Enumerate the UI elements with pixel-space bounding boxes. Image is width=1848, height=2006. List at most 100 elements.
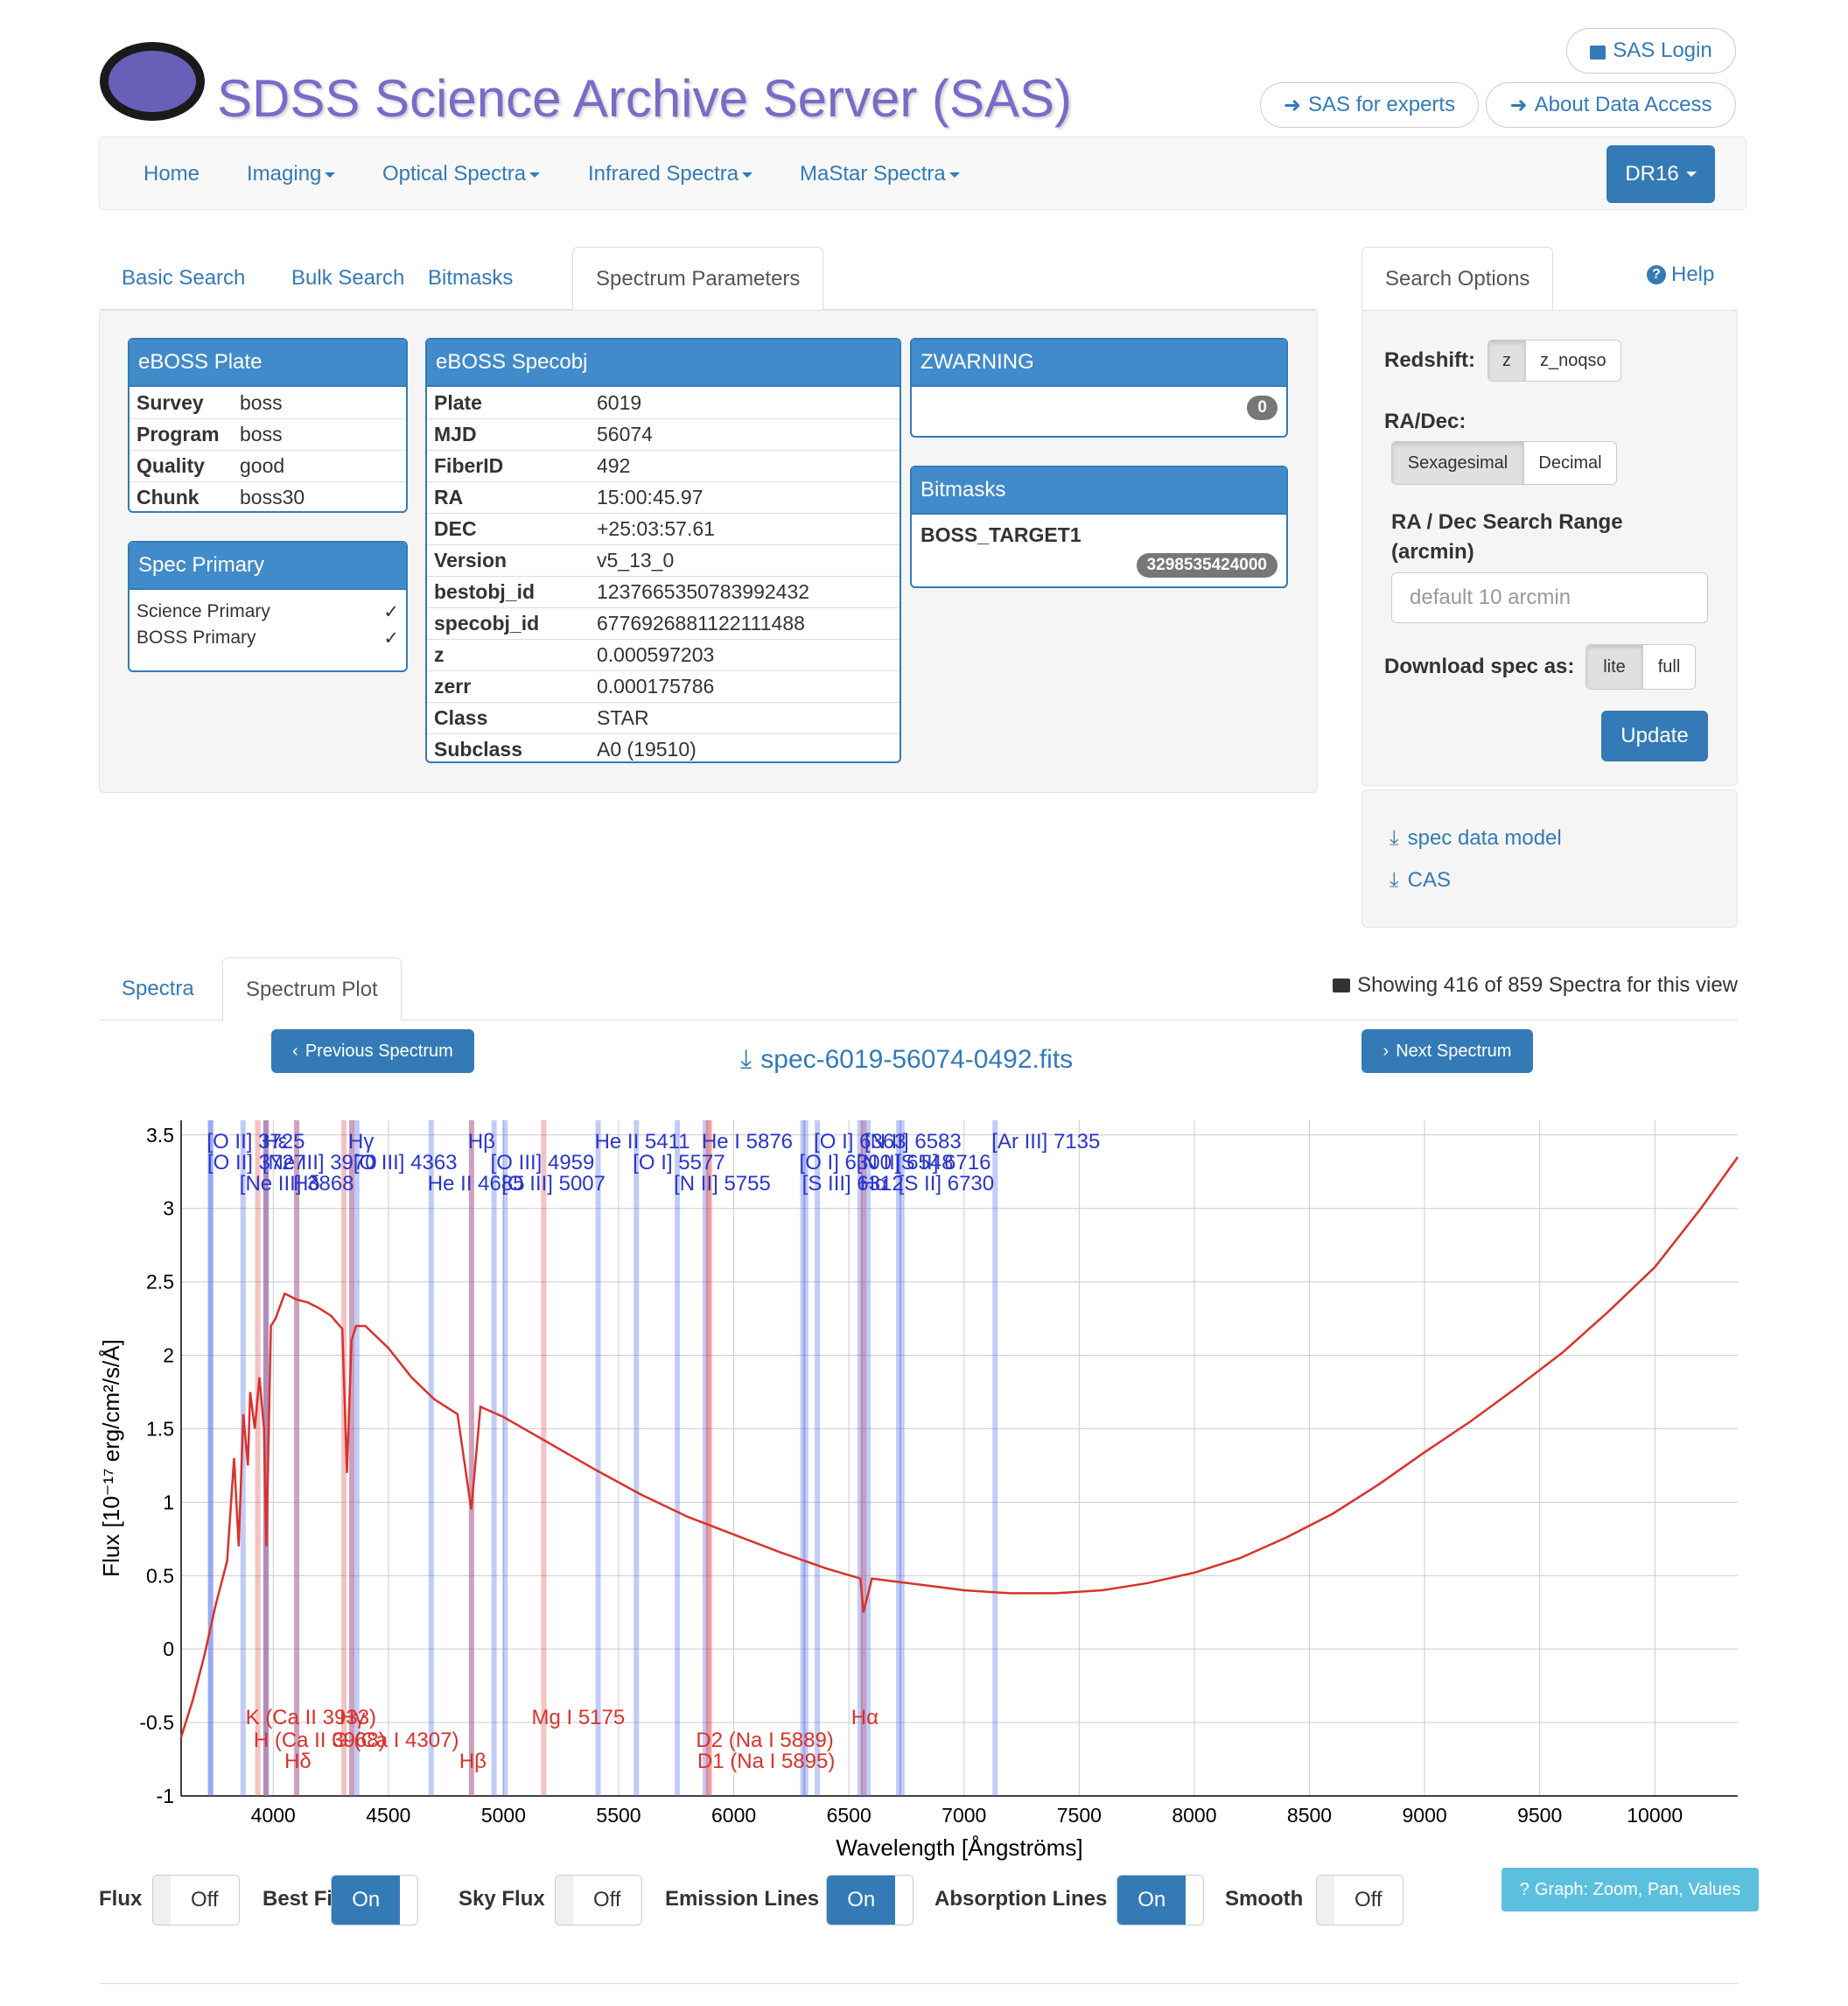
table-row: specobj_id 6776926881122111488 (427, 607, 900, 639)
row-value: 0.000175786 (597, 675, 715, 698)
cas-link[interactable]: ⤓ CAS (1390, 868, 1451, 893)
row-key: Version (434, 549, 508, 572)
x-axis-label: Wavelength [Ångströms] (836, 1834, 1082, 1861)
table-row: MJD 56074 (427, 418, 900, 450)
emission-line-label: [S II] 6730 (899, 1172, 994, 1196)
toggle-knob (400, 1876, 417, 1925)
caret-down-icon (948, 172, 960, 178)
monitor-icon (1333, 978, 1351, 992)
radec-button-group: Sexagesimal Decimal (1391, 441, 1617, 485)
arrow-right-icon: ➜ (1509, 93, 1528, 117)
download-icon: ⤓ (1390, 868, 1399, 892)
x-tick-label: 6000 (711, 1804, 756, 1827)
x-tick-label: 4500 (366, 1804, 410, 1827)
list-item: BOSS Primary ✓ (136, 625, 399, 651)
radec-label: RA/Dec: (1384, 410, 1466, 433)
toggle-flux[interactable]: Off (152, 1875, 240, 1925)
main-navbar: Home Imaging Optical Spectra Infrared Sp… (99, 137, 1746, 210)
row-key: FiberID (434, 454, 504, 477)
site-title: SDSS Science Archive Server (SAS) (217, 69, 1073, 128)
table-row: z 0.000597203 (427, 639, 900, 670)
about-data-access-button[interactable]: ➜ About Data Access (1486, 82, 1736, 128)
search-range-input[interactable]: default 10 arcmin (1391, 572, 1708, 623)
emission-line-label: [S II] 6716 (895, 1151, 990, 1175)
next-spectrum-button[interactable]: › Next Spectrum (1362, 1029, 1533, 1073)
redshift-z-option[interactable]: z (1488, 340, 1525, 381)
lite-option[interactable]: lite (1586, 645, 1642, 689)
spectrum-chart[interactable]: 4000 4500 5000 5500 6000 6500 7000 7500 8000 8500… (88, 1103, 1750, 1864)
sas-login-button[interactable]: SAS Login (1566, 28, 1736, 74)
toggle-knob (1186, 1876, 1203, 1925)
footer-divider (99, 1983, 1738, 1984)
tab-spectrum-parameters[interactable]: Spectrum Parameters (572, 247, 824, 311)
tab-basic-search[interactable]: Basic Search (99, 247, 268, 310)
sexagesimal-option[interactable]: Sexagesimal (1392, 442, 1523, 484)
toggle-emission-lines[interactable]: On (826, 1875, 914, 1925)
row-key: specobj_id (434, 612, 540, 635)
redshift-znoqso-option[interactable]: z_noqso (1525, 340, 1620, 381)
nav-mastar-spectra[interactable]: MaStar Spectra (800, 162, 960, 186)
decimal-option[interactable]: Decimal (1523, 442, 1616, 484)
question-circle-icon: ? (1647, 265, 1666, 284)
tab-spectra[interactable]: Spectra (99, 957, 217, 1021)
tab-bitmasks[interactable]: Bitmasks (405, 247, 536, 310)
sas-experts-button[interactable]: ➜ SAS for experts (1260, 82, 1479, 128)
toggle-absorption-lines[interactable]: On (1116, 1875, 1204, 1925)
fits-file-link[interactable]: ⤓ spec-6019-56074-0492.fits (740, 1045, 1073, 1075)
toggle-state: Off (1334, 1876, 1403, 1925)
table-row: zerr 0.000175786 (427, 670, 900, 702)
x-tick-label: 5500 (596, 1804, 640, 1827)
row-key: DEC (434, 517, 477, 540)
toggle-best-fit[interactable]: On (331, 1875, 418, 1925)
y-tick-label: 0.5 (146, 1564, 174, 1587)
full-option[interactable]: full (1642, 645, 1695, 689)
x-tick-label: 6500 (827, 1804, 872, 1827)
toggle-label: Flux (99, 1887, 143, 1911)
help-link[interactable]: ? Help (1647, 263, 1714, 287)
toggle-label: Absorption Lines (934, 1887, 1108, 1911)
nav-imaging[interactable]: Imaging (247, 162, 336, 186)
emission-line-label: Hγ (348, 1130, 374, 1154)
row-value: 15:00:45.97 (597, 486, 704, 509)
x-tick-label: 4000 (251, 1804, 296, 1827)
row-value: boss (240, 423, 283, 445)
nav-optical-spectra[interactable]: Optical Spectra (382, 162, 541, 186)
row-key: RA (434, 486, 464, 509)
panel-title: eBOSS Plate (130, 340, 406, 387)
update-button[interactable]: Update (1601, 711, 1708, 761)
emission-line-label: Hβ (468, 1130, 495, 1154)
check-icon: ✓ (383, 628, 399, 649)
absorption-line-label: Hδ (284, 1750, 312, 1773)
graph-zoom-pan-button[interactable]: ? Graph: Zoom, Pan, Values (1502, 1868, 1759, 1911)
table-row: DEC +25:03:57.61 (427, 513, 900, 544)
spec-data-model-link[interactable]: ⤓ spec data model (1390, 826, 1562, 851)
nav-home[interactable]: Home (144, 162, 200, 186)
row-value: 492 (597, 454, 631, 477)
data-release-dropdown[interactable]: DR16 (1606, 145, 1715, 203)
toggle-sky-flux[interactable]: Off (555, 1875, 642, 1925)
nav-infrared-spectra[interactable]: Infrared Spectra (588, 162, 753, 186)
emission-line-label: [N II] 6583 (864, 1130, 962, 1154)
toggle-smooth[interactable]: Off (1316, 1875, 1404, 1925)
redshift-button-group: z z_noqso (1488, 340, 1621, 382)
chevron-left-icon: ‹ (292, 1041, 298, 1061)
list-item: Science Primary ✓ (136, 599, 399, 625)
search-tabs: Basic Search Bulk Search Bitmasks Spectr… (99, 247, 1318, 311)
table-row: RA 15:00:45.97 (427, 481, 900, 513)
row-value: 0.000597203 (597, 643, 715, 666)
tab-search-options[interactable]: Search Options (1362, 247, 1554, 311)
emission-line-label: [O III] 5007 (501, 1172, 606, 1196)
emission-line-label: [Ar III] 7135 (991, 1130, 1100, 1154)
row-value: v5_13_0 (597, 549, 675, 572)
table-row: FiberID 492 (427, 450, 900, 481)
table-row: bestobj_id 1237665350783992432 (427, 576, 900, 607)
primary-label: Science Primary (136, 601, 270, 621)
absorption-line-label: Mg I 5175 (531, 1706, 625, 1729)
primary-label: BOSS Primary (136, 628, 256, 648)
previous-spectrum-button[interactable]: ‹ Previous Spectrum (271, 1029, 474, 1073)
tab-bulk-search[interactable]: Bulk Search (269, 247, 427, 310)
sdss-logo[interactable] (100, 42, 205, 121)
x-tick-label: 8500 (1287, 1804, 1332, 1827)
y-tick-label: 2.5 (146, 1271, 174, 1294)
tab-spectrum-plot[interactable]: Spectrum Plot (222, 957, 402, 1021)
